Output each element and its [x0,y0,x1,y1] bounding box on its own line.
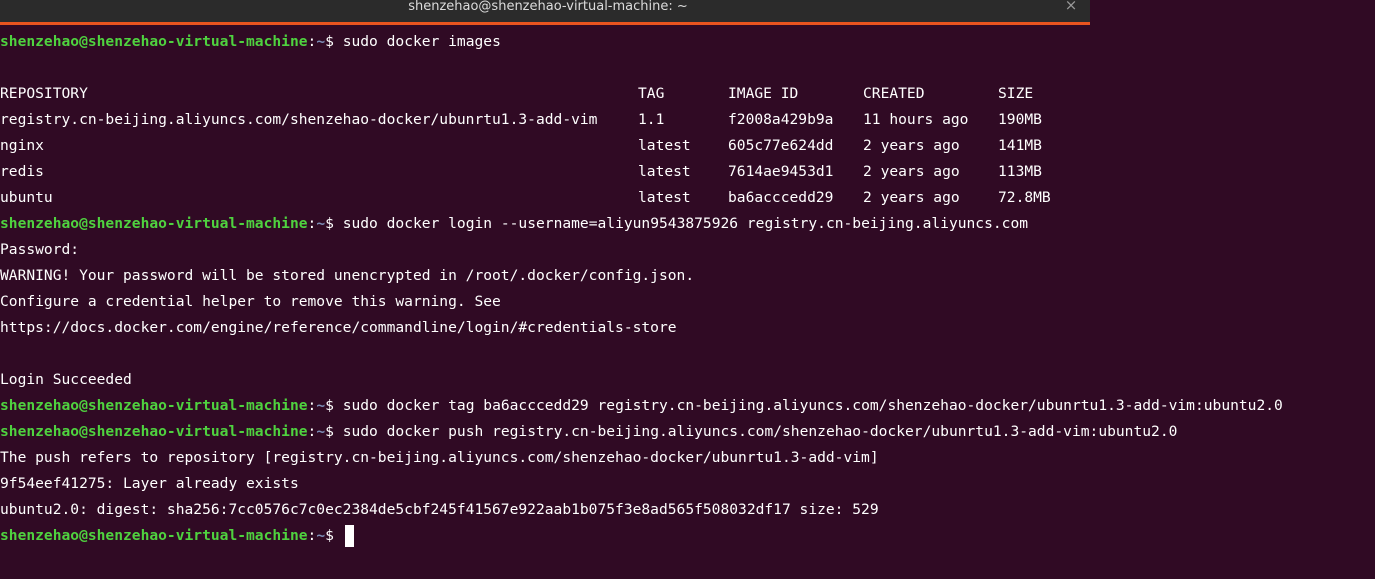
cell-created: 2 years ago [863,189,960,206]
cell-repository: registry.cn-beijing.aliyuncs.com/shenzeh… [0,111,598,128]
prompt-path: ~ [316,33,326,50]
cell-created: 11 hours ago [863,111,969,128]
cell-repository: nginx [0,137,44,154]
cell-repository: ubuntu [0,189,53,206]
column-header-image-id: IMAGE ID [728,85,799,102]
terminal-window: shenzehao@shenzehao-virtual-machine: ~ ×… [0,0,1375,579]
table-header-row: REPOSITORY TAG IMAGE ID CREATED SIZE [0,81,1375,107]
command-line: shenzehao@shenzehao-virtual-machine:~$ s… [0,419,1375,445]
prompt-user-host: shenzehao@shenzehao-virtual-machine [0,33,308,50]
prompt-separator: : [307,33,317,50]
cell-tag: 1.1 [638,111,665,128]
table-row: registry.cn-beijing.aliyuncs.com/shenzeh… [0,107,1375,133]
output-line: Password: [0,241,80,258]
command-text: sudo docker push registry.cn-beijing.ali… [342,423,1178,440]
output-line: ubuntu2.0: digest: sha256:7cc0576c7c0ec2… [0,501,879,518]
prompt-separator: : [307,527,317,544]
command-text: sudo docker images [342,33,501,50]
column-header-size: SIZE [998,85,1034,102]
cell-tag: latest [638,137,691,154]
cell-repository: redis [0,163,44,180]
column-header-repository: REPOSITORY [0,85,88,102]
command-text: sudo docker login --username=aliyun95438… [342,215,1029,232]
cell-size: 190MB [998,111,1042,128]
prompt-user-host: shenzehao@shenzehao-virtual-machine [0,423,308,440]
output-line: https://docs.docker.com/engine/reference… [0,319,677,336]
prompt-symbol: $ [325,527,343,544]
cell-tag: latest [638,189,691,206]
prompt-path: ~ [316,527,326,544]
command-text: sudo docker tag ba6acccedd29 registry.cn… [342,397,1283,414]
window-title: shenzehao@shenzehao-virtual-machine: ~ [408,0,688,13]
cell-created: 2 years ago [863,137,960,154]
table-row: nginx latest 605c77e624dd 2 years ago 14… [0,133,1375,159]
output-line: Login Succeeded [0,371,132,388]
column-header-created: CREATED [863,85,925,102]
output-line: The push refers to repository [registry.… [0,449,879,466]
cell-image-id: f2008a429b9a [728,111,834,128]
prompt-separator: : [307,423,317,440]
cell-size: 113MB [998,163,1042,180]
cell-image-id: ba6acccedd29 [728,189,834,206]
prompt-symbol: $ [325,397,343,414]
command-line: shenzehao@shenzehao-virtual-machine:~$ s… [0,393,1375,419]
prompt-symbol: $ [325,423,343,440]
terminal-output[interactable]: shenzehao@shenzehao-virtual-machine:~$ s… [0,29,1375,549]
prompt-user-host: shenzehao@shenzehao-virtual-machine [0,397,308,414]
prompt-path: ~ [316,215,326,232]
active-prompt-line[interactable]: shenzehao@shenzehao-virtual-machine:~$ [0,523,1375,549]
prompt-separator: : [307,215,317,232]
close-icon[interactable]: × [1062,0,1080,14]
prompt-symbol: $ [325,33,343,50]
output-line: Configure a credential helper to remove … [0,293,501,310]
prompt-user-host: shenzehao@shenzehao-virtual-machine [0,527,308,544]
cell-image-id: 7614ae9453d1 [728,163,834,180]
prompt-path: ~ [316,397,326,414]
prompt-path: ~ [316,423,326,440]
text-cursor [344,525,354,547]
command-line: shenzehao@shenzehao-virtual-machine:~$ s… [0,211,1375,237]
prompt-symbol: $ [325,215,343,232]
cell-created: 2 years ago [863,163,960,180]
column-header-tag: TAG [638,85,665,102]
cell-tag: latest [638,163,691,180]
cell-size: 141MB [998,137,1042,154]
command-line: shenzehao@shenzehao-virtual-machine:~$ s… [0,29,1375,55]
output-line: WARNING! Your password will be stored un… [0,267,695,284]
table-row: ubuntu latest ba6acccedd29 2 years ago 7… [0,185,1375,211]
output-line: 9f54eef41275: Layer already exists [0,475,299,492]
table-row: redis latest 7614ae9453d1 2 years ago 11… [0,159,1375,185]
cell-size: 72.8MB [998,189,1051,206]
prompt-separator: : [307,397,317,414]
cell-image-id: 605c77e624dd [728,137,834,154]
